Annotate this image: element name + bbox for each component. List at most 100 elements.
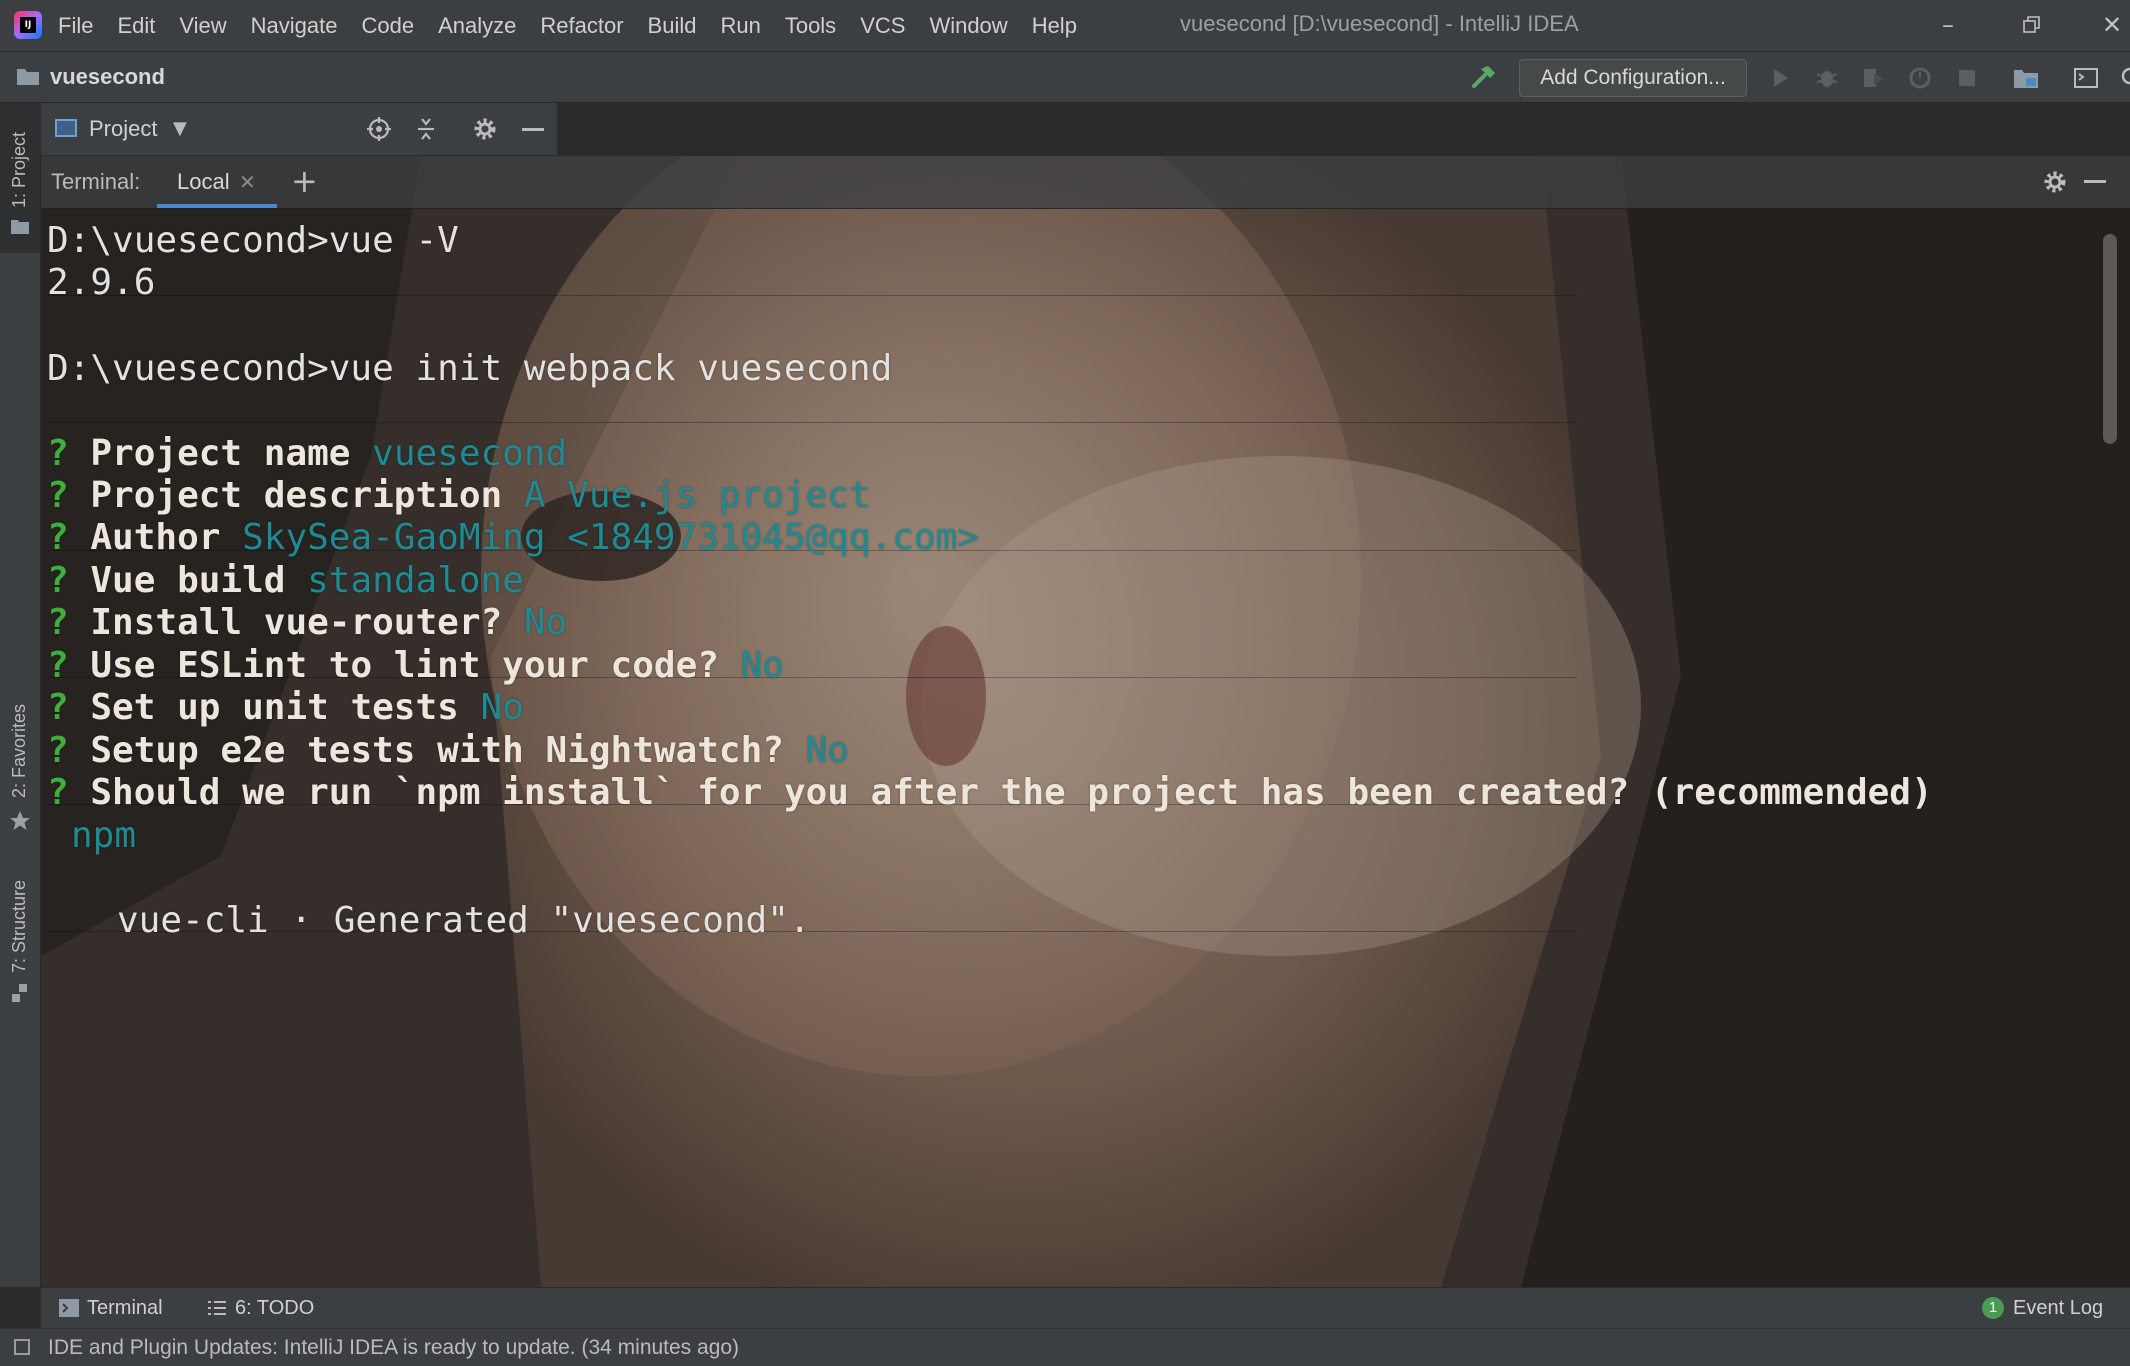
tab-local[interactable]: Local ✕ bbox=[157, 156, 277, 208]
close-window-icon[interactable]: ✕ bbox=[2092, 8, 2130, 42]
prompt-question: Use ESLint to lint your code? bbox=[90, 645, 741, 686]
prompt-marker: ? bbox=[47, 772, 69, 813]
intellij-logo-icon[interactable]: IJ bbox=[14, 11, 42, 39]
prompt-answer: No bbox=[523, 602, 568, 643]
menu-view[interactable]: View bbox=[179, 13, 226, 39]
prompt-question: Author bbox=[90, 517, 243, 558]
menu-run[interactable]: Run bbox=[720, 13, 760, 39]
terminal-output[interactable]: D:\vuesecond>vue -V 2.9.6 D:\vuesecond>v… bbox=[47, 214, 2087, 1284]
collapse-all-icon[interactable] bbox=[412, 115, 440, 143]
prompt-question: Vue build bbox=[90, 560, 308, 601]
menu-window[interactable]: Window bbox=[929, 13, 1007, 39]
prompt-marker: ? bbox=[47, 560, 69, 601]
prompt-answer: No bbox=[480, 687, 524, 728]
prompt-marker: ? bbox=[47, 687, 69, 728]
terminal-line: vue-cli · Generated "vuesecond". bbox=[117, 900, 811, 941]
scrollbar-thumb[interactable] bbox=[2103, 234, 2117, 444]
project-panel-header: Project ▼ bbox=[41, 103, 557, 156]
tool-tab-event-log[interactable]: Event Log bbox=[2013, 1288, 2103, 1328]
project-folder-icon[interactable] bbox=[11, 218, 29, 234]
hide-panel-icon[interactable] bbox=[522, 128, 544, 131]
locate-icon[interactable] bbox=[365, 115, 393, 143]
stop-icon[interactable] bbox=[1953, 64, 1981, 92]
search-everywhere-icon[interactable] bbox=[2118, 64, 2130, 92]
menu-tools[interactable]: Tools bbox=[785, 13, 836, 39]
prompt-line: ? Should we run `npm install` for you af… bbox=[47, 771, 1933, 815]
tab-local-label: Local bbox=[177, 169, 230, 194]
menu-refactor[interactable]: Refactor bbox=[540, 13, 623, 39]
restore-icon[interactable] bbox=[2012, 8, 2052, 42]
terminal-line: D:\vuesecond>vue init webpack vuesecond bbox=[47, 348, 893, 389]
gear-icon[interactable] bbox=[2041, 168, 2069, 196]
prompt-question: Project description bbox=[90, 475, 524, 516]
prompt-marker: ? bbox=[47, 602, 69, 643]
prompt-marker: ? bbox=[47, 433, 69, 474]
menu-analyze[interactable]: Analyze bbox=[438, 13, 516, 39]
menu-code[interactable]: Code bbox=[362, 13, 415, 39]
gear-icon[interactable] bbox=[471, 115, 499, 143]
prompt-answer: A Vue.js project bbox=[523, 475, 871, 516]
stripe-favorites-label[interactable]: 2: Favorites bbox=[9, 704, 30, 798]
star-icon[interactable] bbox=[9, 810, 31, 832]
left-tool-stripe: 1: Project 2: Favorites 7: Structure bbox=[0, 103, 41, 1287]
structure-icon[interactable] bbox=[10, 983, 30, 1003]
menu-build[interactable]: Build bbox=[648, 13, 697, 39]
terminal-icon bbox=[59, 1299, 79, 1317]
prompt-answer: standalone bbox=[307, 560, 524, 601]
terminal-line: 2.9.6 bbox=[47, 262, 156, 303]
add-configuration-button[interactable]: Add Configuration... bbox=[1519, 59, 1747, 97]
status-bar: IDE and Plugin Updates: IntelliJ IDEA is… bbox=[0, 1328, 2130, 1366]
prompt-line: ? Install vue-router? No bbox=[47, 601, 567, 645]
event-count-badge: 1 bbox=[1982, 1297, 2004, 1319]
toggle-tool-windows-icon[interactable] bbox=[14, 1339, 30, 1355]
chevron-down-icon[interactable]: ▼ bbox=[173, 115, 197, 139]
terminal-panel[interactable]: Terminal: Local ✕ + D:\vuesecond>vue -V … bbox=[41, 156, 2130, 1287]
stripe-project-label[interactable]: 1: Project bbox=[9, 132, 30, 208]
prompt-line: ? Author SkySea-GaoMing <1849731045@qq.c… bbox=[47, 516, 979, 560]
logo-text: IJ bbox=[20, 17, 36, 33]
prompt-line: ? Use ESLint to lint your code? No bbox=[47, 644, 784, 688]
minimize-icon[interactable]: – bbox=[1928, 8, 1968, 42]
hammer-icon[interactable] bbox=[1468, 62, 1498, 92]
prompt-answer: SkySea-GaoMing <1849731045@qq.com> bbox=[242, 517, 980, 558]
run-icon[interactable] bbox=[1766, 64, 1794, 92]
new-tab-icon[interactable]: + bbox=[291, 156, 318, 206]
menu-file[interactable]: File bbox=[58, 13, 93, 39]
terminal-label: Terminal: bbox=[51, 169, 141, 194]
prompt-question: Setup e2e tests with Nightwatch? bbox=[90, 730, 806, 771]
prompt-marker: ? bbox=[47, 517, 69, 558]
prompt-marker: ? bbox=[47, 475, 69, 516]
list-icon bbox=[208, 1301, 226, 1315]
folder-icon bbox=[17, 69, 39, 85]
window-title: vuesecond [D:\vuesecond] - IntelliJ IDEA bbox=[1180, 11, 1579, 36]
prompt-question: Install vue-router? bbox=[90, 602, 524, 643]
menu-vcs[interactable]: VCS bbox=[860, 13, 905, 39]
project-view-icon bbox=[55, 119, 77, 137]
menu-help[interactable]: Help bbox=[1032, 13, 1077, 39]
stripe-structure-label[interactable]: 7: Structure bbox=[9, 880, 30, 973]
project-view-selector[interactable]: Project bbox=[89, 103, 157, 155]
menu-edit[interactable]: Edit bbox=[117, 13, 155, 39]
line-rule bbox=[47, 422, 1577, 423]
hide-terminal-icon[interactable] bbox=[2084, 180, 2106, 183]
status-message[interactable]: IDE and Plugin Updates: IntelliJ IDEA is… bbox=[48, 1329, 739, 1366]
menu-navigate[interactable]: Navigate bbox=[251, 13, 338, 39]
menu-bar: File Edit View Navigate Code Analyze Ref… bbox=[58, 0, 1101, 51]
prompt-answer: npm bbox=[71, 815, 137, 856]
prompt-question: Set up unit tests bbox=[90, 687, 481, 728]
terminal-tab-bar: Terminal: Local ✕ + bbox=[41, 156, 2130, 209]
terminal-window-icon[interactable] bbox=[2072, 64, 2100, 92]
tool-tab-todo[interactable]: 6: TODO bbox=[235, 1288, 314, 1328]
prompt-line: ? Setup e2e tests with Nightwatch? No bbox=[47, 729, 849, 773]
project-structure-icon[interactable] bbox=[2012, 64, 2040, 92]
prompt-line: ? Project name vuesecond bbox=[47, 432, 567, 476]
close-tab-icon[interactable]: ✕ bbox=[239, 156, 256, 208]
breadcrumb-project[interactable]: vuesecond bbox=[50, 52, 165, 102]
profile-icon[interactable] bbox=[1907, 64, 1935, 92]
tool-tab-terminal[interactable]: Terminal bbox=[87, 1288, 163, 1328]
prompt-answer: No bbox=[805, 730, 849, 771]
run-with-coverage-icon[interactable] bbox=[1860, 64, 1888, 92]
debug-icon[interactable] bbox=[1813, 64, 1841, 92]
title-bar: IJ File Edit View Navigate Code Analyze … bbox=[0, 0, 2130, 52]
prompt-line: ? Vue build standalone bbox=[47, 559, 524, 603]
